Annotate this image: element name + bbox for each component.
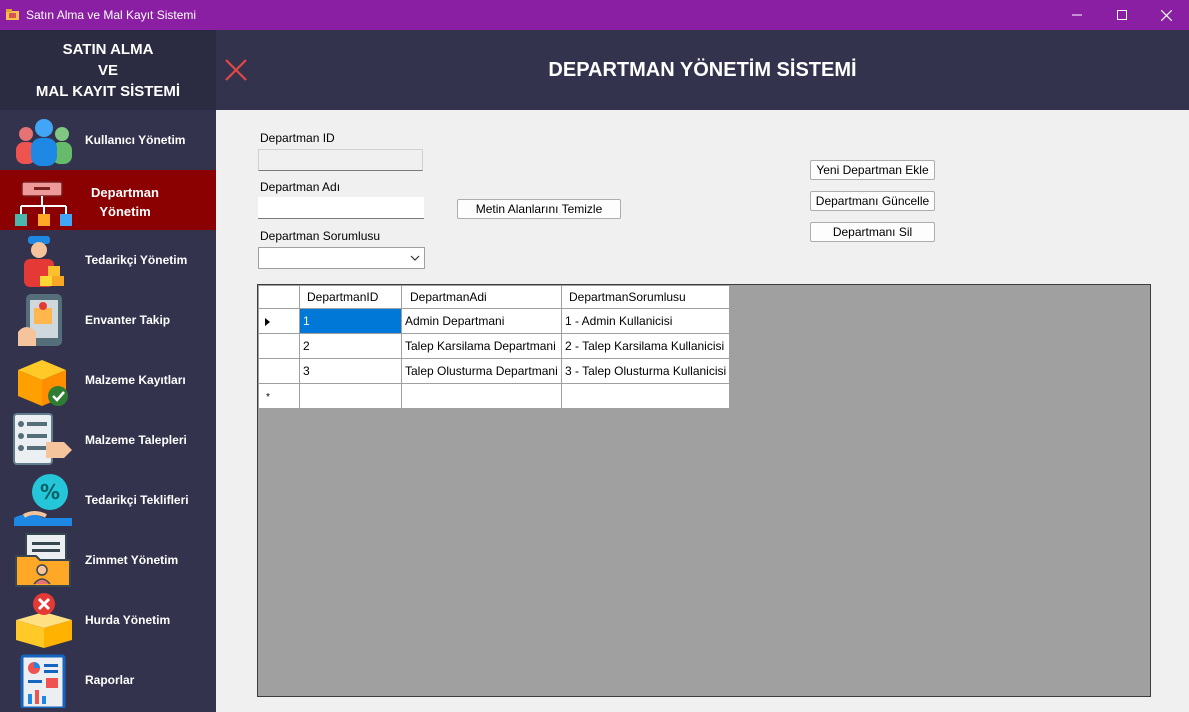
sidebar-item-suppliers[interactable]: Tedarikçi Yönetim: [0, 230, 216, 290]
department-manager-label: Departman Sorumlusu: [260, 229, 381, 243]
row-header[interactable]: [258, 308, 300, 334]
sidebar-header: SATIN ALMA VE MAL KAYIT SİSTEMİ: [0, 30, 216, 110]
sidebar-header-line: VE: [97, 62, 118, 79]
table-cell[interactable]: 2 - Talep Karsilama Kullanicisi: [560, 333, 731, 359]
column-header[interactable]: DepartmanSorumlusu: [560, 285, 731, 309]
department-id-label: Departman ID: [260, 131, 335, 145]
report-icon: [20, 654, 66, 708]
sidebar-item-material-requests[interactable]: Malzeme Talepleri: [0, 410, 216, 470]
sidebar-header-line: MAL KAYIT SİSTEMİ: [35, 83, 181, 100]
table-row[interactable]: 2 Talep Karsilama Departmani 2 - Talep K…: [258, 333, 731, 359]
sidebar-item-label-line: Yönetim: [99, 204, 151, 219]
sidebar-item-label: Envanter Takip: [85, 313, 171, 327]
sidebar-item-label: Hurda Yönetim: [85, 613, 171, 627]
row-header[interactable]: [258, 358, 300, 384]
table-cell[interactable]: 3: [299, 358, 402, 384]
add-department-button[interactable]: Yeni Departman Ekle: [810, 160, 935, 180]
table-cell[interactable]: 1: [299, 308, 402, 334]
sidebar-item-label: Raporlar: [85, 673, 135, 687]
close-window-button[interactable]: [1143, 0, 1189, 30]
sidebar-item-departments[interactable]: Departman Yönetim: [0, 170, 216, 230]
app-folder-icon: [6, 9, 19, 20]
delete-department-button[interactable]: Departmanı Sil: [810, 222, 935, 242]
table-cell[interactable]: Talep Karsilama Departmani: [401, 333, 562, 359]
column-header[interactable]: DepartmanID: [299, 285, 402, 309]
sidebar-item-label: Malzeme Kayıtları: [85, 373, 186, 387]
scrap-box-icon: [16, 593, 72, 648]
chevron-down-icon: [410, 255, 420, 261]
update-department-button[interactable]: Departmanı Güncelle: [810, 191, 935, 211]
department-name-field[interactable]: [258, 197, 424, 219]
sidebar-item-assignments[interactable]: Zimmet Yönetim: [0, 530, 216, 590]
table-cell[interactable]: [560, 383, 731, 409]
sidebar-item-label: Malzeme Talepleri: [85, 433, 187, 447]
page-title: DEPARTMAN YÖNETİM SİSTEMİ: [548, 58, 857, 81]
svg-text:%: %: [40, 480, 60, 504]
sidebar-item-label-line: Departman: [91, 185, 159, 200]
sidebar-item-materials[interactable]: Malzeme Kayıtları: [0, 350, 216, 410]
table-cell[interactable]: [299, 383, 402, 409]
window-titlebar: Satın Alma ve Mal Kayıt Sistemi: [0, 0, 1189, 30]
department-name-label: Departman Adı: [260, 180, 341, 194]
org-chart-icon: [15, 181, 72, 226]
inventory-tracking-icon: [18, 294, 62, 346]
sidebar-item-label: Departman Yönetim: [80, 183, 170, 221]
supplier-icon: [24, 236, 64, 287]
department-manager-select[interactable]: [258, 247, 425, 269]
page-header: DEPARTMAN YÖNETİM SİSTEMİ: [216, 30, 1189, 110]
sidebar-item-inventory[interactable]: Envanter Takip: [0, 290, 216, 350]
material-request-icon: [13, 413, 72, 465]
material-box-icon: [18, 360, 68, 406]
sidebar-item-label: Zimmet Yönetim: [85, 553, 179, 567]
users-icon: [16, 119, 72, 166]
maximize-button[interactable]: [1099, 0, 1145, 30]
sidebar-item-users[interactable]: Kullanıcı Yönetim: [0, 110, 216, 170]
window-title: Satın Alma ve Mal Kayıt Sistemi: [26, 8, 197, 22]
new-row[interactable]: *: [258, 383, 731, 409]
departments-grid[interactable]: DepartmanID DepartmanAdi DepartmanSoruml…: [257, 284, 1151, 697]
page-title-container: DEPARTMAN YÖNETİM SİSTEMİ: [216, 30, 1189, 110]
assignment-folder-icon: [15, 533, 71, 587]
table-header-row: DepartmanID DepartmanAdi DepartmanSoruml…: [258, 285, 731, 309]
table-cell[interactable]: 3 - Talep Olusturma Kullanicisi: [560, 358, 731, 384]
table-cell[interactable]: 2: [299, 333, 402, 359]
table-row[interactable]: 3 Talep Olusturma Departmani 3 - Talep O…: [258, 358, 731, 384]
table-cell[interactable]: [401, 383, 562, 409]
department-id-field[interactable]: [258, 149, 423, 171]
departments-table: DepartmanID DepartmanAdi DepartmanSoruml…: [258, 285, 731, 409]
sidebar-item-label: Kullanıcı Yönetim: [85, 133, 186, 147]
minimize-icon: [1072, 14, 1082, 16]
sidebar-item-scrap[interactable]: Hurda Yönetim: [0, 590, 216, 650]
new-row-marker: *: [266, 392, 270, 403]
clear-fields-button[interactable]: Metin Alanlarını Temizle: [457, 199, 621, 219]
table-cell[interactable]: Talep Olusturma Departmani: [401, 358, 562, 384]
sidebar-item-label: Tedarikçi Teklifleri: [85, 493, 189, 507]
sidebar-header-line: SATIN ALMA: [62, 41, 154, 58]
close-icon: [1160, 9, 1172, 21]
sidebar-item-reports[interactable]: Raporlar: [0, 650, 216, 710]
sidebar: SATIN ALMA VE MAL KAYIT SİSTEMİ Kullanıc…: [0, 30, 216, 712]
minimize-button[interactable]: [1054, 0, 1100, 30]
row-header-corner: [258, 285, 300, 309]
column-header[interactable]: DepartmanAdi: [401, 285, 562, 309]
discount-offer-icon: %: [14, 474, 72, 526]
table-cell[interactable]: 1 - Admin Kullanicisi: [560, 308, 731, 334]
row-header[interactable]: *: [258, 383, 300, 409]
table-row[interactable]: 1 Admin Departmani 1 - Admin Kullanicisi: [258, 308, 731, 334]
sidebar-item-label: Tedarikçi Yönetim: [85, 253, 188, 267]
current-row-arrow-icon: [265, 317, 270, 326]
sidebar-item-supplier-offers[interactable]: % Tedarikçi Teklifleri: [0, 470, 216, 530]
maximize-icon: [1117, 10, 1127, 20]
row-header[interactable]: [258, 333, 300, 359]
close-form-icon[interactable]: [224, 58, 248, 82]
table-cell[interactable]: Admin Departmani: [401, 308, 562, 334]
